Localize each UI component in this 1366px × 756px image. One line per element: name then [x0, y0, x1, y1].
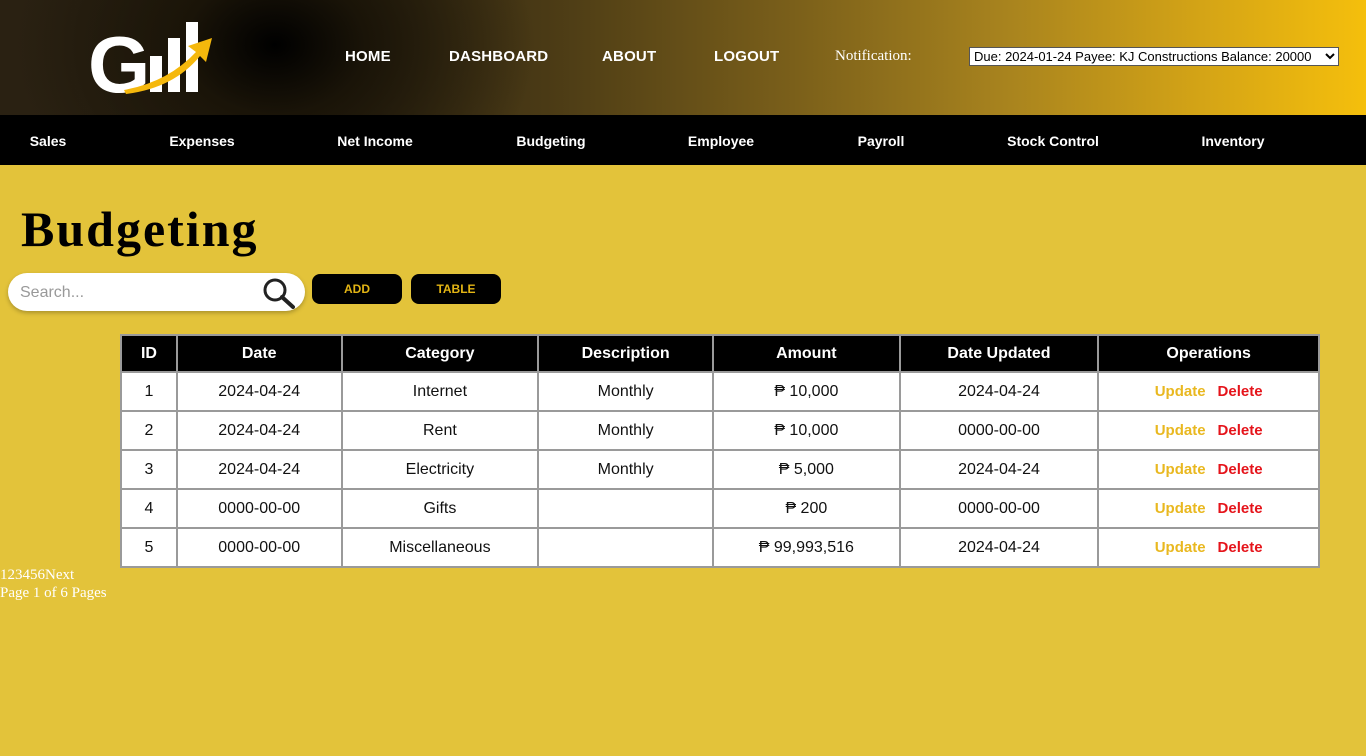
cell-operations: Update Delete — [1097, 488, 1320, 529]
cell-description: Monthly — [537, 371, 714, 412]
col-header-date-updated: Date Updated — [898, 334, 1100, 373]
table-row: 4 0000-00-00 Gifts ₱ 200 0000-00-00 Upda… — [120, 488, 1320, 529]
cell-id: 3 — [120, 449, 178, 490]
svg-text:G: G — [88, 20, 146, 98]
page-link-4[interactable]: 4 — [23, 567, 31, 583]
table-row: 3 2024-04-24 Electricity Monthly ₱ 5,000… — [120, 449, 1320, 490]
cell-description — [537, 488, 714, 529]
col-header-amount: Amount — [712, 334, 901, 373]
next-page-link[interactable]: Next — [45, 567, 74, 583]
page-link-6[interactable]: 6 — [38, 567, 46, 583]
pagination: 123456Next Page 1 of 6 Pages — [0, 566, 107, 602]
cell-category: Internet — [340, 371, 540, 412]
cell-date-updated: 2024-04-24 — [898, 449, 1100, 490]
cell-amount: ₱ 200 — [712, 488, 901, 529]
module-net-income[interactable]: Net Income — [337, 133, 412, 149]
cell-category: Rent — [340, 410, 540, 451]
module-employee[interactable]: Employee — [688, 133, 754, 149]
cell-date-updated: 0000-00-00 — [898, 488, 1100, 529]
page-link-2[interactable]: 2 — [8, 567, 16, 583]
delete-link[interactable]: Delete — [1218, 539, 1263, 556]
delete-link[interactable]: Delete — [1218, 461, 1263, 478]
cell-date: 0000-00-00 — [175, 527, 343, 568]
page-summary: Page 1 of 6 Pages — [0, 585, 107, 601]
budget-table: ID Date Category Description Amount Date… — [120, 334, 1320, 568]
col-header-date: Date — [175, 334, 343, 373]
cell-date: 2024-04-24 — [175, 449, 343, 490]
cell-operations: Update Delete — [1097, 410, 1320, 451]
cell-operations: Update Delete — [1097, 449, 1320, 490]
delete-link[interactable]: Delete — [1218, 500, 1263, 517]
app-logo: G — [88, 20, 212, 98]
notification-select[interactable]: Due: 2024-01-24 Payee: KJ Constructions … — [969, 47, 1339, 66]
notification-label: Notification: — [835, 48, 912, 64]
update-link[interactable]: Update — [1155, 461, 1206, 478]
nav-about[interactable]: ABOUT — [602, 48, 656, 65]
cell-id: 4 — [120, 488, 178, 529]
module-expenses[interactable]: Expenses — [169, 133, 234, 149]
cell-date: 2024-04-24 — [175, 410, 343, 451]
col-header-description: Description — [537, 334, 714, 373]
top-header: G HOME DASHBOARD ABOUT LOGOUT Notificati… — [0, 0, 1366, 115]
cell-category: Electricity — [340, 449, 540, 490]
page-links: 123456Next — [0, 566, 107, 584]
search-icon[interactable] — [260, 277, 298, 309]
cell-date-updated: 2024-04-24 — [898, 527, 1100, 568]
page-link-3[interactable]: 3 — [15, 567, 23, 583]
delete-link[interactable]: Delete — [1218, 383, 1263, 400]
cell-id: 1 — [120, 371, 178, 412]
cell-date: 0000-00-00 — [175, 488, 343, 529]
cell-description — [537, 527, 714, 568]
cell-description: Monthly — [537, 449, 714, 490]
table-row: 2 2024-04-24 Rent Monthly ₱ 10,000 0000-… — [120, 410, 1320, 451]
col-header-operations: Operations — [1097, 334, 1320, 373]
cell-category: Gifts — [340, 488, 540, 529]
nav-logout[interactable]: LOGOUT — [714, 48, 779, 65]
table-row: 1 2024-04-24 Internet Monthly ₱ 10,000 2… — [120, 371, 1320, 412]
col-header-id: ID — [120, 334, 178, 373]
module-inventory[interactable]: Inventory — [1201, 133, 1264, 149]
cell-category: Miscellaneous — [340, 527, 540, 568]
table-header-row: ID Date Category Description Amount Date… — [120, 334, 1320, 373]
cell-date: 2024-04-24 — [175, 371, 343, 412]
table-button[interactable]: TABLE — [411, 274, 501, 304]
update-link[interactable]: Update — [1155, 422, 1206, 439]
nav-dashboard[interactable]: DASHBOARD — [449, 48, 548, 65]
cell-operations: Update Delete — [1097, 371, 1320, 412]
page-link-1[interactable]: 1 — [0, 567, 8, 583]
page-title: Budgeting — [21, 201, 259, 257]
search-input[interactable] — [18, 281, 252, 305]
module-stock-control[interactable]: Stock Control — [1007, 133, 1099, 149]
cell-id: 2 — [120, 410, 178, 451]
module-budgeting[interactable]: Budgeting — [516, 133, 585, 149]
page-link-5[interactable]: 5 — [30, 567, 38, 583]
cell-date-updated: 2024-04-24 — [898, 371, 1100, 412]
update-link[interactable]: Update — [1155, 539, 1206, 556]
add-button[interactable]: ADD — [312, 274, 402, 304]
search-bar — [8, 273, 305, 311]
cell-date-updated: 0000-00-00 — [898, 410, 1100, 451]
cell-amount: ₱ 99,993,516 — [712, 527, 901, 568]
table-row: 5 0000-00-00 Miscellaneous ₱ 99,993,516 … — [120, 527, 1320, 568]
cell-operations: Update Delete — [1097, 527, 1320, 568]
cell-description: Monthly — [537, 410, 714, 451]
nav-home[interactable]: HOME — [345, 48, 391, 65]
cell-amount: ₱ 10,000 — [712, 410, 901, 451]
module-nav: Sales Expenses Net Income Budgeting Empl… — [0, 115, 1366, 165]
module-sales[interactable]: Sales — [30, 133, 67, 149]
delete-link[interactable]: Delete — [1218, 422, 1263, 439]
cell-amount: ₱ 5,000 — [712, 449, 901, 490]
col-header-category: Category — [340, 334, 540, 373]
update-link[interactable]: Update — [1155, 500, 1206, 517]
cell-id: 5 — [120, 527, 178, 568]
update-link[interactable]: Update — [1155, 383, 1206, 400]
module-payroll[interactable]: Payroll — [858, 133, 905, 149]
cell-amount: ₱ 10,000 — [712, 371, 901, 412]
